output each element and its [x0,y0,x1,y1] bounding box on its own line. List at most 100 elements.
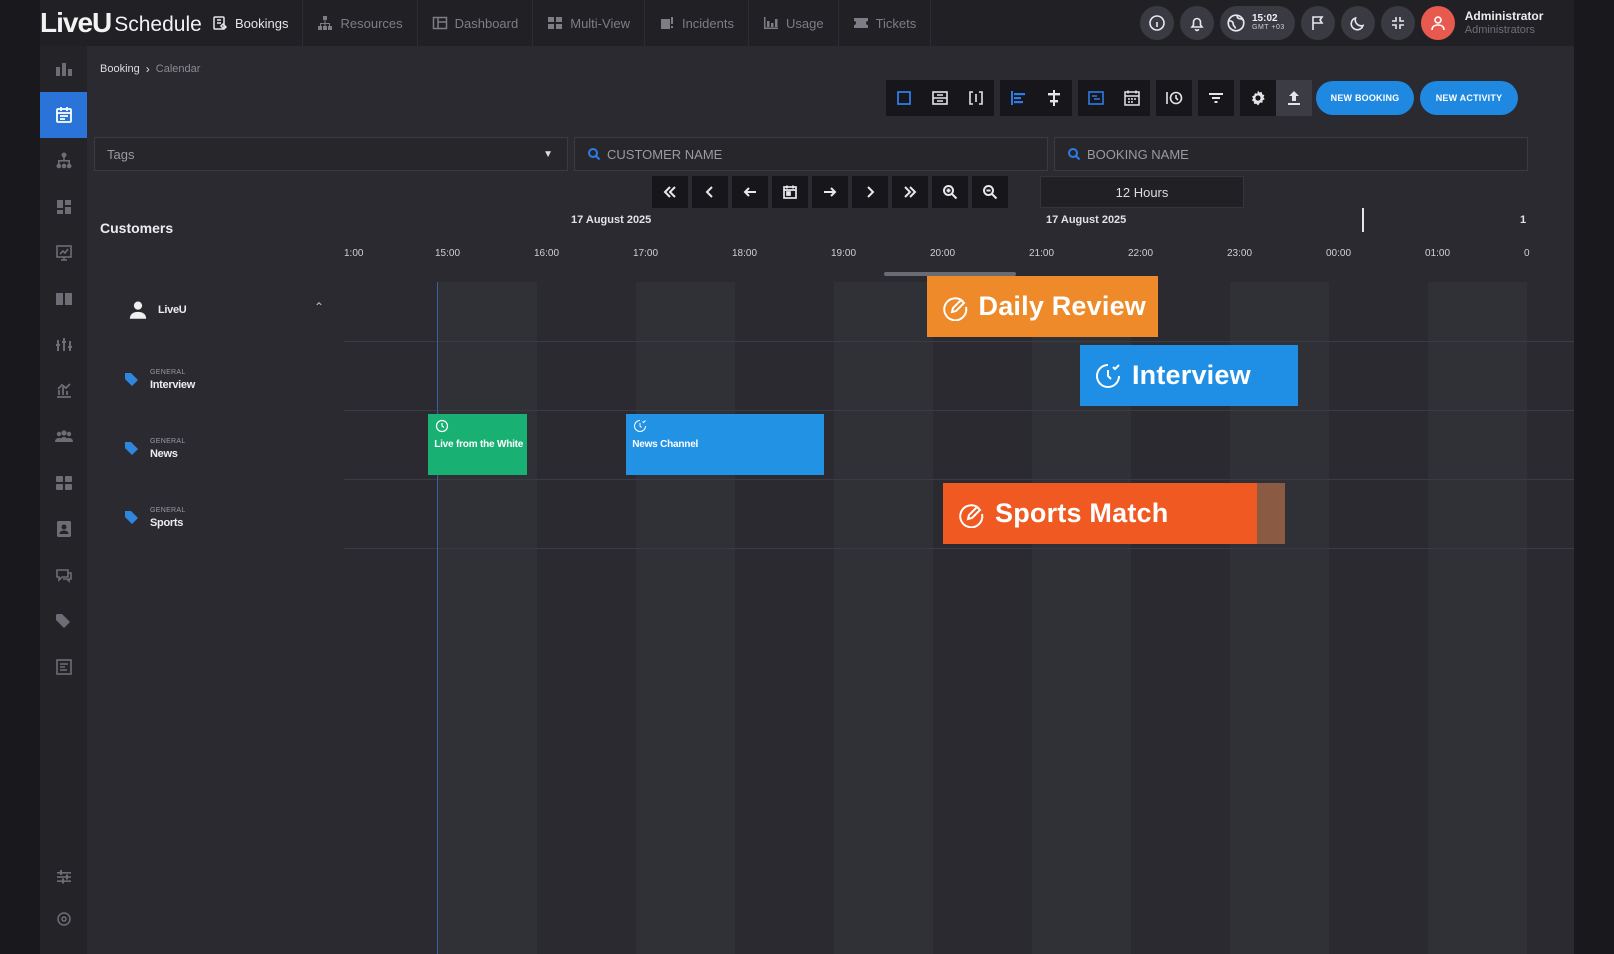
nav-usage[interactable]: Usage [749,0,839,46]
chevrons-left-icon [662,184,678,200]
new-activity-button[interactable]: NEW ACTIVITY [1420,81,1518,115]
nav-incidents[interactable]: Incidents [645,0,749,46]
arrow-left-icon [742,184,758,200]
hour-label: 22:00 [1128,248,1154,259]
sidebar-item-hierarchy[interactable] [40,138,87,184]
avatar[interactable] [1420,6,1455,40]
team-icon [54,427,74,447]
history-button[interactable] [1156,80,1192,116]
sidebar-item-overview[interactable] [40,46,87,92]
settings-button[interactable] [1240,80,1276,116]
sidebar-item-teams[interactable] [40,414,87,460]
booking-name-placeholder: BOOKING NAME [1087,146,1189,162]
event-block-interview[interactable]: Interview [1079,345,1298,406]
today-button[interactable] [772,176,808,208]
jump-forward-far-button[interactable] [892,176,928,208]
nav-multi-view[interactable]: Multi-View [533,0,645,46]
monitor-chart-icon [54,243,74,263]
user-info[interactable]: Administrator Administrators [1465,9,1544,37]
nav-dashboard[interactable]: Dashboard [418,0,534,46]
bookings-icon [212,15,228,31]
chevron-up-icon[interactable]: ⌃ [314,300,324,314]
customer-subtitle: GENERAL [150,507,186,514]
nav-tickets[interactable]: Tickets [839,0,932,46]
customer-row-interview[interactable]: GENERAL Interview [124,367,195,391]
nav-bookings[interactable]: Bookings [198,0,304,46]
sidebar-item-users[interactable] [40,460,87,506]
info-button[interactable] [1140,6,1174,40]
zoom-in-button[interactable] [932,176,968,208]
collapse-button[interactable] [1380,6,1415,40]
app-window: LiveU Schedule Bookings Resources Dashbo… [40,0,1574,954]
row-view-button[interactable] [922,80,958,116]
align-left-icon [1009,89,1027,107]
zoom-out-button[interactable] [972,176,1008,208]
report-list-icon [54,657,74,677]
tags-select[interactable]: Tags ▼ [94,137,568,171]
timezone-clock[interactable]: 15:02 GMT +03 [1220,6,1295,40]
user-avatar-icon [1429,14,1447,32]
breadcrumb-booking[interactable]: Booking [100,63,140,75]
go-forward-button[interactable] [812,176,848,208]
booking-name-search[interactable]: BOOKING NAME [1054,137,1528,171]
new-booking-button[interactable]: NEW BOOKING [1316,81,1414,115]
step-back-button[interactable] [692,176,728,208]
row-divider [344,410,1574,411]
step-forward-button[interactable] [852,176,888,208]
sidebar-item-analytics[interactable] [40,368,87,414]
sidebar-item-reports[interactable] [40,644,87,690]
hour-label: 23:00 [1227,248,1253,259]
event-label: Sports Match [995,498,1169,528]
logo-live: LiveU [40,7,112,38]
sidebar-item-settings-sliders[interactable] [40,854,87,900]
app-logo[interactable]: LiveU Schedule [40,4,202,42]
tag-icon [124,509,140,525]
sidebar-item-chat[interactable] [40,552,87,598]
sidebar-item-mixer[interactable] [40,322,87,368]
nav-resources[interactable]: Resources [303,0,418,46]
flag-button[interactable] [1300,6,1335,40]
customer-name-placeholder: CUSTOMER NAME [607,146,723,162]
book-icon [54,289,74,309]
filter-button[interactable] [1198,80,1234,116]
sidebar-item-widgets[interactable] [40,184,87,230]
sidebar-item-tags[interactable] [40,598,87,644]
customer-name: News [150,448,178,460]
sidebar-item-help[interactable] [40,896,87,942]
event-block-daily-review[interactable]: Daily Review [926,276,1158,337]
chevron-right-icon: › [145,62,150,76]
customer-row-sports[interactable]: GENERAL Sports [124,505,186,529]
users-icon [54,473,74,493]
event-block-sports-match[interactable]: Sports Match [943,483,1257,544]
chevrons-right-icon [902,184,918,200]
jump-back-far-button[interactable] [652,176,688,208]
sidebar-item-calendar[interactable] [40,92,87,138]
customer-name-search[interactable]: CUSTOMER NAME [574,137,1048,171]
sidebar-item-docs[interactable] [40,276,87,322]
calendar-view-button[interactable] [1114,80,1150,116]
upload-icon [1285,89,1303,107]
zoom-level-select[interactable]: 12 Hours [1040,176,1244,208]
export-button[interactable] [1276,80,1312,116]
timeline-view-button[interactable] [1078,80,1114,116]
tickets-icon [853,15,869,31]
tags-select-value: Tags [107,146,135,162]
event-block-news-channel[interactable]: News Channel [626,414,825,475]
theme-toggle-button[interactable] [1340,6,1375,40]
event-block-live-from-the-white[interactable]: Live from the White [428,414,528,475]
sidebar-item-monitor[interactable] [40,230,87,276]
align-left-button[interactable] [1000,80,1036,116]
sidebar-item-contacts[interactable] [40,506,87,552]
customer-row-liveu[interactable]: LiveU [128,300,187,320]
notifications-button[interactable] [1180,6,1214,40]
customer-row-news[interactable]: GENERAL News [124,436,186,460]
sliders-icon [54,867,74,887]
align-center-button[interactable] [1036,80,1072,116]
clock-time: 15:02 [1252,13,1278,24]
current-time-marker [1362,208,1364,232]
nav-label: Dashboard [454,15,519,31]
single-view-button[interactable] [886,80,922,116]
go-back-button[interactable] [732,176,768,208]
fit-view-button[interactable] [958,80,994,116]
rows-icon [931,89,949,107]
